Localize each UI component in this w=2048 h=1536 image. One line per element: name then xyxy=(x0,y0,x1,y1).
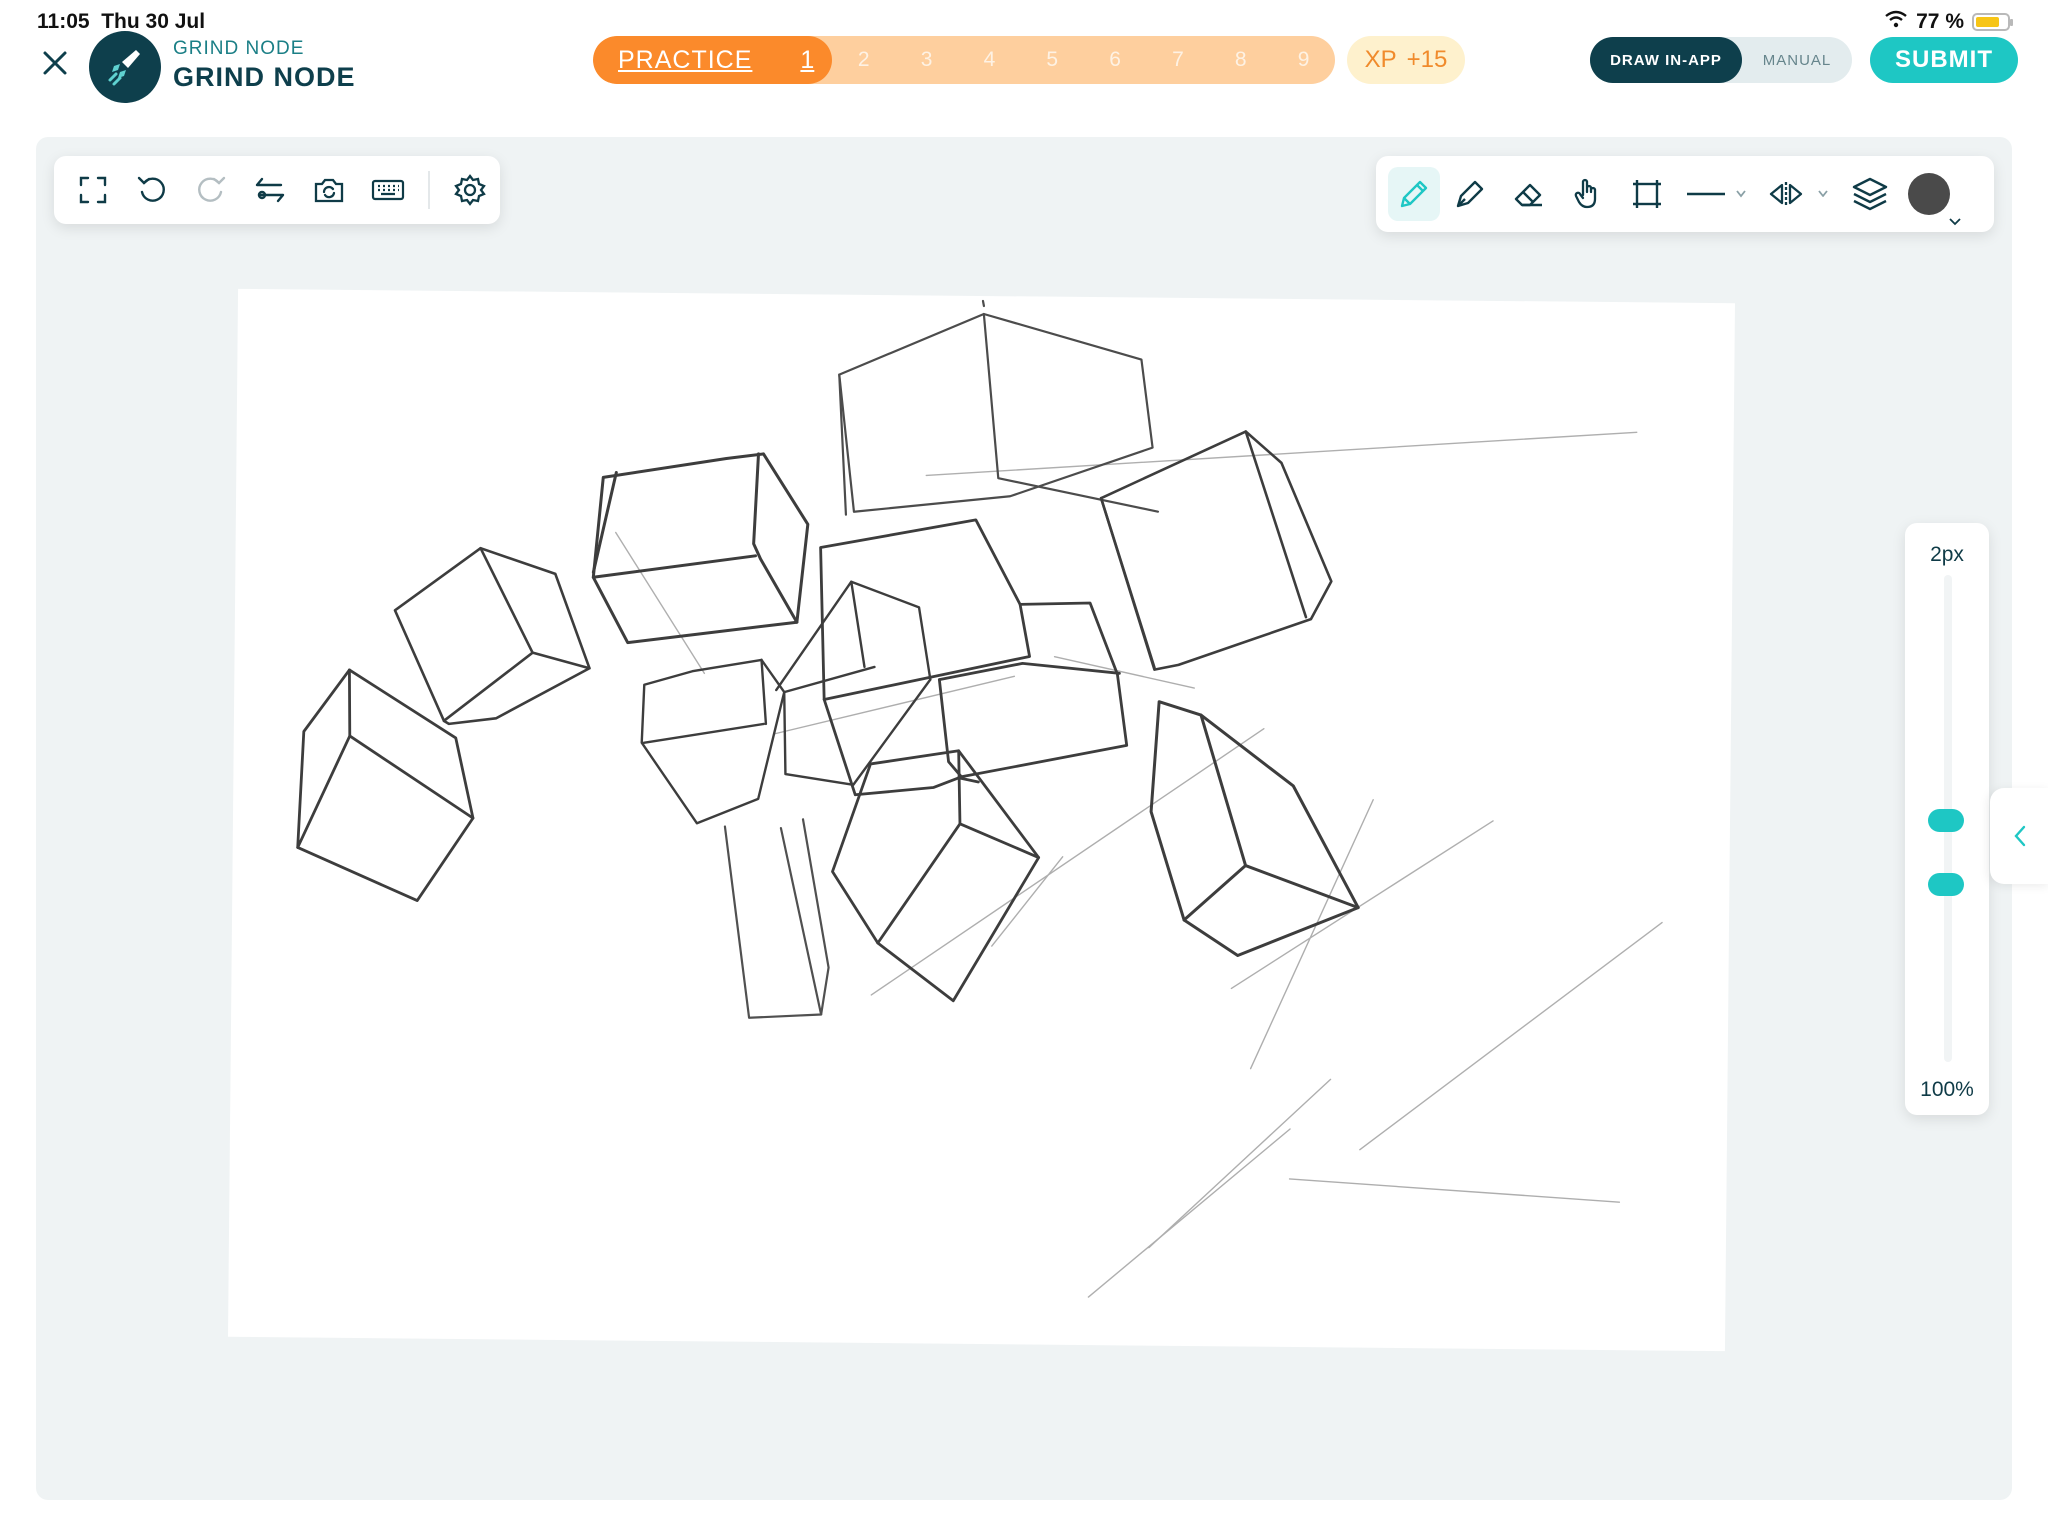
layers-icon xyxy=(1852,177,1887,211)
box-sketch-drawing xyxy=(296,299,1663,1298)
undo-icon xyxy=(137,176,165,202)
swap-button[interactable] xyxy=(251,171,289,209)
line-style-icon xyxy=(1687,190,1746,198)
xp-label: XP xyxy=(1364,46,1397,73)
progress-label: PRACTICE xyxy=(618,45,753,74)
layers-button[interactable] xyxy=(1840,167,1899,221)
progress-step[interactable]: 5 xyxy=(1021,48,1084,72)
practice-progress: PRACTICE 1 2 3 4 5 6 7 8 9 xyxy=(593,36,1335,84)
brand-subtitle: GRIND NODE xyxy=(173,38,305,59)
swap-icon xyxy=(255,177,285,203)
settings-button[interactable] xyxy=(451,171,489,209)
draw-in-app-option[interactable]: DRAW IN-APP xyxy=(1590,37,1742,83)
xp-value: +15 xyxy=(1406,46,1448,73)
status-date: Thu 30 Jul xyxy=(101,10,206,33)
settings-icon xyxy=(454,174,486,206)
pen-icon xyxy=(1456,180,1483,208)
eraser-icon xyxy=(1514,183,1542,207)
battery-icon xyxy=(1972,13,2013,31)
color-picker-button[interactable] xyxy=(1899,167,1961,226)
progress-step[interactable]: 9 xyxy=(1272,48,1335,72)
keyboard-button[interactable] xyxy=(369,171,407,209)
color-swatch xyxy=(1907,173,1950,215)
brush-size-thumb[interactable] xyxy=(1928,809,1964,832)
pen-tool[interactable] xyxy=(1440,167,1499,221)
canvas-toolbar xyxy=(54,156,500,224)
keyboard-icon xyxy=(371,179,405,201)
status-right: 77 % xyxy=(1884,10,2013,34)
pencil-icon xyxy=(1400,180,1428,208)
line-style-dropdown[interactable] xyxy=(1676,167,1758,221)
fullscreen-icon xyxy=(79,176,107,204)
camera-button[interactable] xyxy=(310,171,348,209)
undo-button[interactable] xyxy=(133,171,171,209)
brush-size-label: 2px xyxy=(1930,543,1964,566)
manual-option[interactable]: MANUAL xyxy=(1742,37,1852,83)
redo-button[interactable] xyxy=(192,171,230,209)
progress-current-step[interactable]: PRACTICE 1 xyxy=(593,36,833,84)
brand-title: GRIND NODE xyxy=(173,62,356,92)
hand-tool[interactable] xyxy=(1558,167,1617,221)
drawing-tools xyxy=(1376,156,1994,232)
crop-tool[interactable] xyxy=(1617,167,1676,221)
toolbar-divider xyxy=(428,171,430,209)
close-icon xyxy=(43,51,67,75)
progress-step[interactable]: 6 xyxy=(1084,48,1147,72)
mirror-dropdown[interactable] xyxy=(1758,167,1840,221)
status-time: 11:05 xyxy=(37,10,90,33)
redo-icon xyxy=(198,176,226,202)
battery-percent: 77 % xyxy=(1916,10,1964,33)
hand-icon xyxy=(1574,178,1596,209)
brush-opacity-thumb[interactable] xyxy=(1928,873,1964,896)
wifi-icon xyxy=(1884,10,1908,34)
progress-current-number: 1 xyxy=(800,45,815,74)
progress-step[interactable]: 8 xyxy=(1209,48,1272,72)
pencil-tool[interactable] xyxy=(1388,167,1440,221)
brush-panel: 2px 100% xyxy=(1905,523,1989,1115)
fullscreen-button[interactable] xyxy=(74,171,112,209)
progress-step[interactable]: 2 xyxy=(832,48,895,72)
submit-button[interactable]: SUBMIT xyxy=(1870,37,2018,83)
rocket-icon xyxy=(108,50,140,86)
chevron-left-icon xyxy=(2014,825,2026,847)
eraser-tool[interactable] xyxy=(1499,167,1558,221)
xp-badge: XP +15 xyxy=(1347,36,1465,84)
brand: GRIND NODE GRIND NODE xyxy=(173,38,356,93)
draw-mode-toggle: DRAW IN-APP MANUAL xyxy=(1590,37,1852,83)
app-logo xyxy=(89,31,161,103)
chevron-down-icon xyxy=(1949,218,1961,226)
mirror-icon xyxy=(1769,182,1828,206)
progress-step[interactable]: 3 xyxy=(895,48,958,72)
close-button[interactable] xyxy=(38,46,72,80)
side-panel-toggle[interactable] xyxy=(1990,788,2048,884)
camera-icon xyxy=(314,178,344,203)
brush-opacity-label: 100% xyxy=(1920,1078,1974,1101)
progress-step[interactable]: 7 xyxy=(1147,48,1210,72)
crop-icon xyxy=(1632,180,1661,208)
drawing-canvas[interactable] xyxy=(228,288,1735,1352)
progress-step[interactable]: 4 xyxy=(958,48,1021,72)
